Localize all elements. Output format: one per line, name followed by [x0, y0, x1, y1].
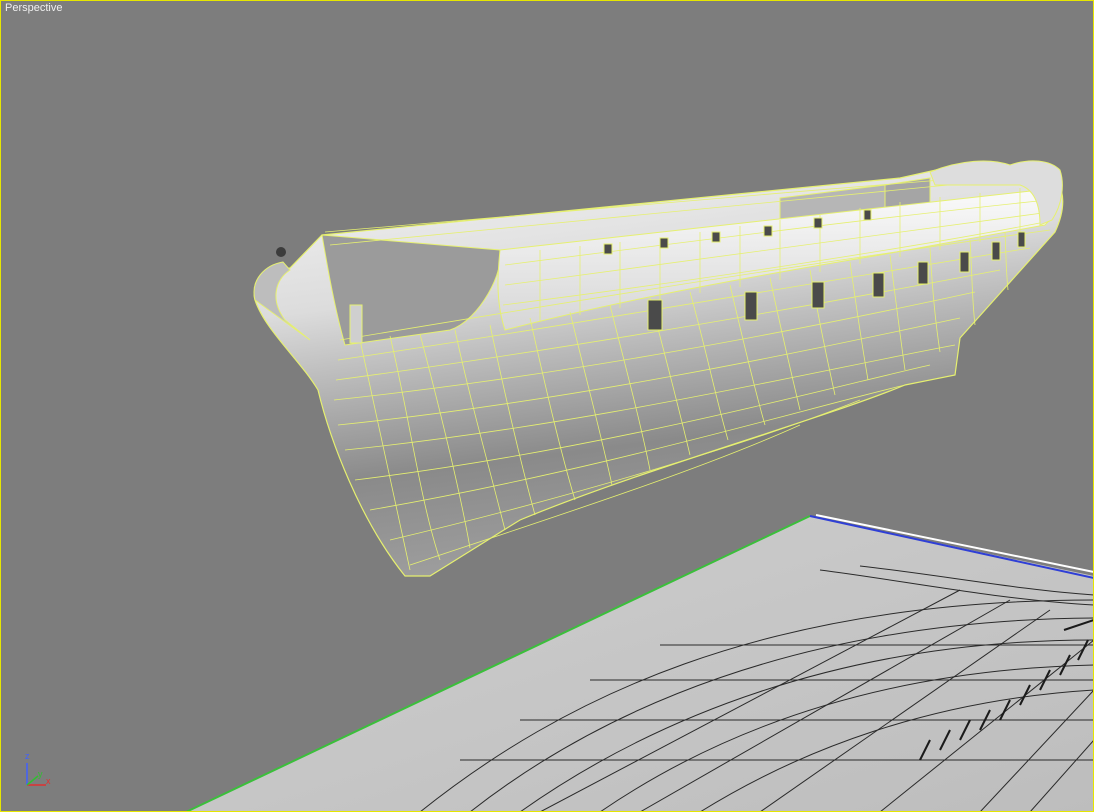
blueprint-plane[interactable] — [185, 514, 1094, 812]
axis-label-z: z — [25, 751, 30, 761]
axis-label-y: y — [38, 769, 43, 779]
viewport-label[interactable]: Perspective — [5, 2, 62, 14]
ship-hull-model[interactable] — [253, 160, 1064, 577]
scene-canvas[interactable]: z y x — [0, 0, 1094, 812]
perspective-viewport[interactable]: z y x Perspective — [0, 0, 1094, 812]
axis-tripod: z y x — [25, 751, 51, 786]
axis-label-x: x — [46, 776, 51, 786]
